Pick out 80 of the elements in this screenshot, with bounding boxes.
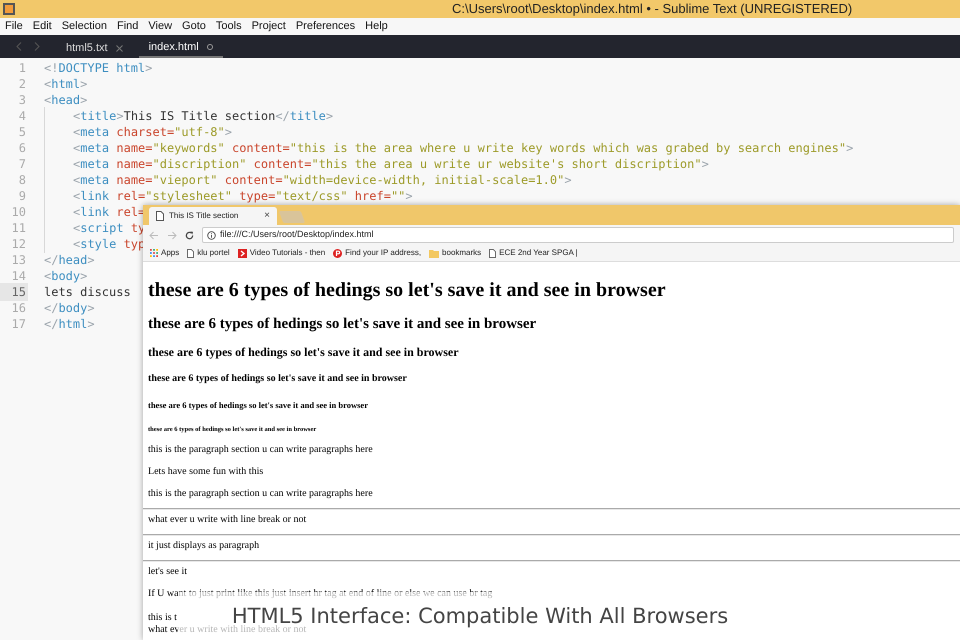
app-icon (3, 3, 15, 15)
code-line: </html> (44, 316, 95, 333)
info-icon (207, 230, 216, 240)
code-line: <!DOCTYPE html> (44, 60, 152, 77)
code-line: <html> (44, 76, 88, 93)
heading: these are 6 types of hedings so let's save it and see in browser (148, 278, 667, 302)
paragraph-text: If U want to just print like this just insert hr tag at end of line or else we can use br tag (148, 588, 492, 600)
line-number: 7 (18, 156, 27, 173)
line-number: 13 (10, 252, 27, 269)
close-icon[interactable] (116, 44, 123, 52)
code-line: <body> (44, 268, 88, 285)
tab-title: This IS Title section (169, 210, 238, 222)
line-number: 15 (0, 283, 28, 301)
back-arrow-icon[interactable] (149, 230, 159, 240)
bookmark-link[interactable]: Video Tutorials - then (250, 247, 326, 259)
line-number: 12 (10, 236, 27, 253)
paragraph-text: this is t (148, 612, 177, 624)
heading: these are 6 types of hedings so let's save it and see in browser (148, 373, 408, 385)
paragraph-text: let's see it (148, 566, 188, 578)
window-title: C:\Users\root\Desktop\index.html • - Sublime Text (UNREGISTERED) (452, 1, 852, 17)
line-number: 16 (10, 300, 27, 317)
code-line: lets discuss (44, 284, 131, 301)
address-bar[interactable]: file:///C:/Users/root/Desktop/index.html (202, 227, 954, 243)
line-number: 9 (18, 188, 27, 205)
editor-tab[interactable]: html5.txt (56, 38, 133, 58)
page-icon (187, 248, 194, 258)
menu-item[interactable]: File (5, 18, 23, 35)
forward-arrow-icon[interactable] (167, 230, 177, 240)
reload-icon[interactable] (185, 230, 194, 240)
line-number: 10 (10, 204, 27, 221)
bookmark-link[interactable]: bookmarks (442, 247, 482, 259)
menu-item[interactable]: Help (365, 18, 388, 35)
editor-tab[interactable]: index.html (138, 38, 223, 58)
code-line: <meta name="discription" content="this the area u write ur website's short discription"> (44, 155, 709, 173)
page-icon (156, 211, 164, 221)
menu-item[interactable]: Edit (32, 18, 52, 35)
line-number: 3 (18, 92, 27, 109)
code-line: <head> (44, 92, 88, 109)
paragraph-text: Lets have some fun with this (148, 466, 264, 478)
line-number: 6 (18, 140, 27, 157)
heading: these are 6 types of hedings so let's save it and see in browser (148, 400, 369, 410)
code-line: </body> (44, 300, 95, 317)
page-icon (489, 248, 496, 258)
paragraph-text: this is the paragraph section u can write paragraphs here (148, 488, 373, 500)
code-line: <title>This IS Title section</title> (44, 107, 334, 125)
bookmark-link[interactable]: klu portel (197, 247, 230, 259)
apps-grid-icon (150, 249, 158, 257)
bookmark-link[interactable]: Find your IP address, (345, 247, 422, 259)
line-number: 8 (18, 172, 27, 189)
code-line: <meta name="vieport" content="width=device-width, initial-scale=1.0"> (44, 171, 572, 189)
line-number: 11 (10, 220, 27, 237)
menu-item[interactable]: Goto (182, 18, 206, 35)
menu-item[interactable]: Project (252, 18, 286, 35)
menu-item[interactable]: View (148, 18, 172, 35)
folder-icon (429, 248, 440, 258)
line-number: 4 (18, 108, 27, 125)
chevron-badge-icon (238, 248, 247, 258)
paragraph-text: what ever u write with line break or not (148, 624, 306, 636)
line-number: 1 (18, 60, 27, 77)
menu-item[interactable]: Preferences (296, 18, 356, 35)
menu-item[interactable]: Find (116, 18, 138, 35)
paragraph-text: it just displays as paragraph (148, 540, 260, 552)
bookmark-link[interactable]: Apps (161, 247, 180, 259)
browser-tab[interactable]: This IS Title section × (149, 207, 277, 225)
paragraph-text: what ever u write with line break or not (148, 514, 306, 526)
line-number: 2 (18, 76, 27, 93)
close-button[interactable]: × (264, 211, 270, 221)
circle-badge-icon (333, 248, 342, 258)
heading: these are 6 types of hedings so let's save it and see in browser (148, 345, 460, 359)
line-number: 5 (18, 124, 27, 141)
bookmark-link[interactable]: ECE 2nd Year SPGA | (499, 247, 578, 259)
code-line: <meta name="keywords" content="this is the area where u write key words which was grabed by search engines"> (44, 139, 854, 157)
line-number: 14 (10, 268, 27, 285)
code-line: <meta charset="utf-8"> (44, 123, 232, 141)
heading: these are 6 types of hedings so let's save it and see in browser (148, 315, 538, 333)
code-line: </head> (44, 252, 95, 269)
menu-item[interactable]: Tools (216, 18, 242, 35)
line-number: 17 (10, 316, 27, 333)
paragraph-text: this is the paragraph section u can write paragraphs here (148, 444, 373, 456)
menu-item[interactable]: Selection (62, 18, 107, 35)
